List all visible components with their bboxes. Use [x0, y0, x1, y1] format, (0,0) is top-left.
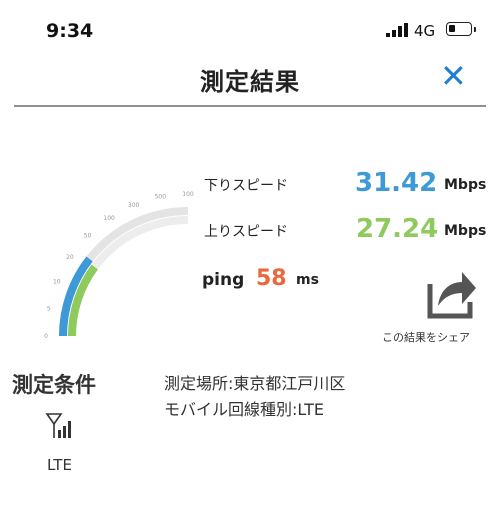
page-title: 測定結果: [200, 68, 300, 96]
battery-icon: [446, 22, 476, 36]
upload-value: 27.24: [356, 214, 439, 244]
antenna-signal-icon: [45, 413, 71, 438]
upload-label: 上りスピード: [204, 224, 288, 240]
ping-label: ping: [202, 270, 245, 290]
gauge-tick-label: 10: [53, 279, 61, 286]
gauge-tick-label: 100: [103, 215, 115, 222]
mobile-line-type: モバイル回線種別:LTE: [164, 400, 324, 419]
gauge-tick-label: 0: [44, 333, 48, 340]
gauge-tick-label: 50: [84, 233, 92, 240]
speed-gauge: 0 5 10 20 50 100 300 500 100: [44, 191, 194, 340]
network-type: 4G: [414, 22, 436, 40]
ping-value: 58: [256, 266, 287, 291]
conditions-title: 測定条件: [12, 373, 96, 397]
download-unit: Mbps: [444, 177, 487, 193]
share-icon[interactable]: [424, 262, 478, 320]
share-label[interactable]: この結果をシェア: [382, 329, 470, 345]
upload-unit: Mbps: [444, 223, 487, 239]
cell-signal-icon: [386, 23, 408, 37]
gauge-tick-label: 5: [47, 305, 51, 312]
network-label: LTE: [47, 456, 72, 474]
download-value: 31.42: [355, 168, 438, 198]
gauge-tick-label: 500: [155, 194, 167, 201]
gauge-tick-label: 100: [182, 191, 194, 198]
download-label: 下りスピード: [204, 178, 288, 194]
close-button[interactable]: ✕: [440, 60, 467, 92]
gauge-tick-label: 20: [66, 254, 74, 261]
header-divider: [14, 105, 486, 107]
status-time: 9:34: [46, 20, 94, 42]
ping-unit: ms: [296, 272, 319, 288]
gauge-tick-label: 300: [128, 202, 140, 209]
measurement-location: 測定場所:東京都江戸川区: [164, 374, 346, 393]
